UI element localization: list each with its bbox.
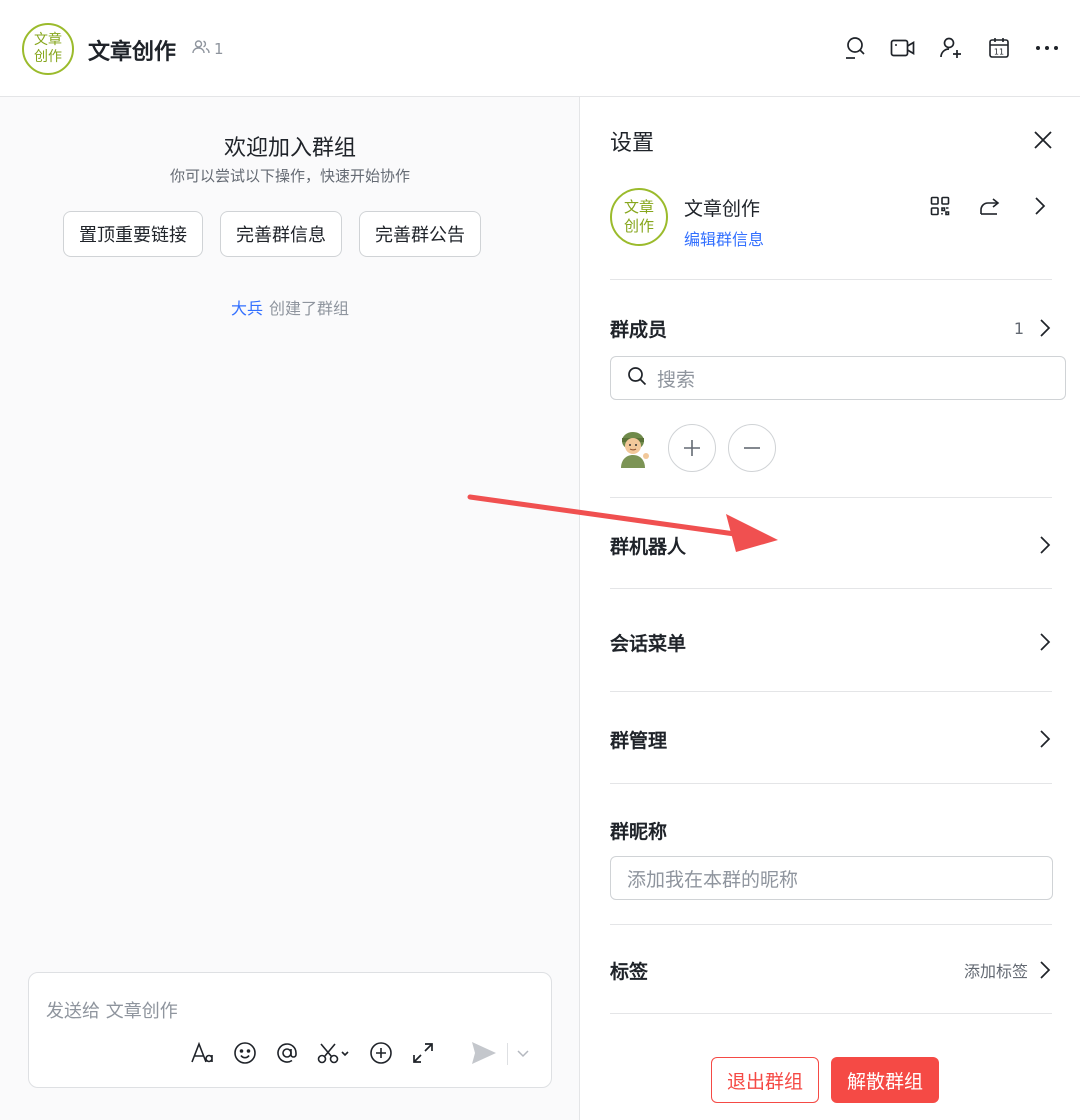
composer-toolbar <box>189 1039 437 1067</box>
chevron-right-icon <box>1038 960 1052 980</box>
add-tag-link[interactable]: 添加标签 <box>964 958 1028 982</box>
group-avatar: 文章创作 <box>610 188 668 246</box>
svg-text:11: 11 <box>994 48 1004 57</box>
group-bots-row[interactable]: 群机器人 <box>610 525 1052 565</box>
search-icon <box>627 366 647 390</box>
creator-link[interactable]: 大兵 <box>231 299 263 318</box>
chevron-right-icon <box>1038 632 1052 652</box>
add-member-icon[interactable] <box>938 32 964 64</box>
disband-group-button[interactable]: 解散群组 <box>831 1057 940 1103</box>
system-message-text: 创建了群组 <box>269 299 350 318</box>
avatar[interactable] <box>610 425 656 471</box>
divider <box>610 691 1052 692</box>
member-count: 1 <box>214 40 224 58</box>
send-icon[interactable] <box>469 1039 499 1067</box>
complete-announcement-button[interactable]: 完善群公告 <box>359 211 481 257</box>
message-input[interactable]: 发送给 文章创作 <box>46 997 178 1023</box>
chevron-right-icon <box>1038 729 1052 749</box>
screenshot-icon[interactable] <box>315 1039 353 1067</box>
group-name: 文章创作 <box>684 198 761 220</box>
tags-label: 标签 <box>610 960 649 983</box>
add-icon[interactable] <box>367 1039 395 1067</box>
chevron-right-icon <box>1038 535 1052 555</box>
header-toolbar: 11 <box>842 32 1060 64</box>
settings-title: 设置 <box>610 131 655 156</box>
calendar-icon[interactable]: 11 <box>986 32 1012 64</box>
message-composer[interactable]: 发送给 文章创作 <box>28 972 552 1088</box>
group-management-row[interactable]: 群管理 <box>610 719 1052 759</box>
share-icon[interactable] <box>978 194 1002 218</box>
more-icon[interactable] <box>1034 32 1060 64</box>
member-avatars <box>610 424 776 472</box>
complete-group-info-button[interactable]: 完善群信息 <box>220 211 342 257</box>
members-count: 1 <box>1013 318 1024 338</box>
welcome-title: 欢迎加入群组 <box>223 136 356 161</box>
text-format-icon[interactable] <box>189 1039 217 1067</box>
tags-row[interactable]: 标签 添加标签 <box>610 950 1052 990</box>
qr-code-icon[interactable] <box>928 194 952 218</box>
edit-group-info-link[interactable]: 编辑群信息 <box>684 226 764 250</box>
add-member-button[interactable] <box>668 424 716 472</box>
group-card-actions <box>928 194 1052 218</box>
close-icon[interactable] <box>1030 127 1056 153</box>
group-management-label: 群管理 <box>610 729 668 752</box>
divider <box>610 783 1052 784</box>
divider <box>610 924 1052 925</box>
members-label: 群成员 <box>610 318 668 341</box>
remove-member-button[interactable] <box>728 424 776 472</box>
chat-title[interactable]: 文章创作 <box>88 34 176 66</box>
session-menu-row[interactable]: 会话菜单 <box>610 622 1052 662</box>
members-right: 1 <box>1014 318 1052 338</box>
divider <box>610 588 1052 589</box>
session-menu-label: 会话菜单 <box>610 632 687 655</box>
mention-icon[interactable] <box>273 1039 301 1067</box>
search-chat-icon[interactable] <box>842 32 868 64</box>
welcome-subtitle: 你可以尝试以下操作，快速开始协作 <box>169 167 410 185</box>
divider <box>610 1013 1052 1014</box>
footer-actions: 退出群组 解散群组 <box>711 1057 940 1103</box>
app-window: 文章创作 文章创作 1 11 欢迎加入群组 你可以尝试以下操作，快速开始协作 置… <box>0 0 1080 1120</box>
chevron-down-icon[interactable] <box>513 1043 533 1065</box>
nickname-field[interactable]: 添加我在本群的昵称 <box>610 856 1053 900</box>
leave-group-button[interactable]: 退出群组 <box>711 1057 820 1103</box>
settings-panel: 设置 文章创作 文章创作 编辑群信息 群成员 1 搜索 群机器人 会话菜单 群管… <box>581 97 1080 1120</box>
video-icon[interactable] <box>890 32 916 64</box>
system-message: 大兵 创建了群组 <box>0 295 580 319</box>
tags-right: 添加标签 <box>964 958 1052 982</box>
search-placeholder: 搜索 <box>657 368 696 391</box>
quick-actions: 置顶重要链接 完善群信息 完善群公告 <box>63 211 481 257</box>
nickname-row: 群昵称 <box>610 810 1052 850</box>
members-icon <box>192 39 210 59</box>
pin-links-button[interactable]: 置顶重要链接 <box>63 211 203 257</box>
group-logo[interactable]: 文章创作 <box>22 23 74 75</box>
member-count-indicator[interactable]: 1 <box>192 39 224 59</box>
chat-area: 欢迎加入群组 你可以尝试以下操作，快速开始协作 置顶重要链接 完善群信息 完善群… <box>0 97 580 1120</box>
expand-icon[interactable] <box>409 1039 437 1067</box>
chat-header: 文章创作 文章创作 1 11 <box>0 0 1080 97</box>
emoji-icon[interactable] <box>231 1039 259 1067</box>
divider <box>610 279 1052 280</box>
chevron-right-icon[interactable] <box>1028 194 1052 218</box>
group-bots-label: 群机器人 <box>610 535 687 558</box>
group-info-card[interactable]: 文章创作 文章创作 编辑群信息 <box>610 186 1052 250</box>
nickname-label: 群昵称 <box>610 820 668 843</box>
member-search-input[interactable]: 搜索 <box>610 356 1066 400</box>
chevron-right-icon <box>1038 318 1052 338</box>
divider <box>610 497 1052 498</box>
members-row[interactable]: 群成员 1 <box>610 308 1052 348</box>
send-separator <box>507 1043 508 1065</box>
